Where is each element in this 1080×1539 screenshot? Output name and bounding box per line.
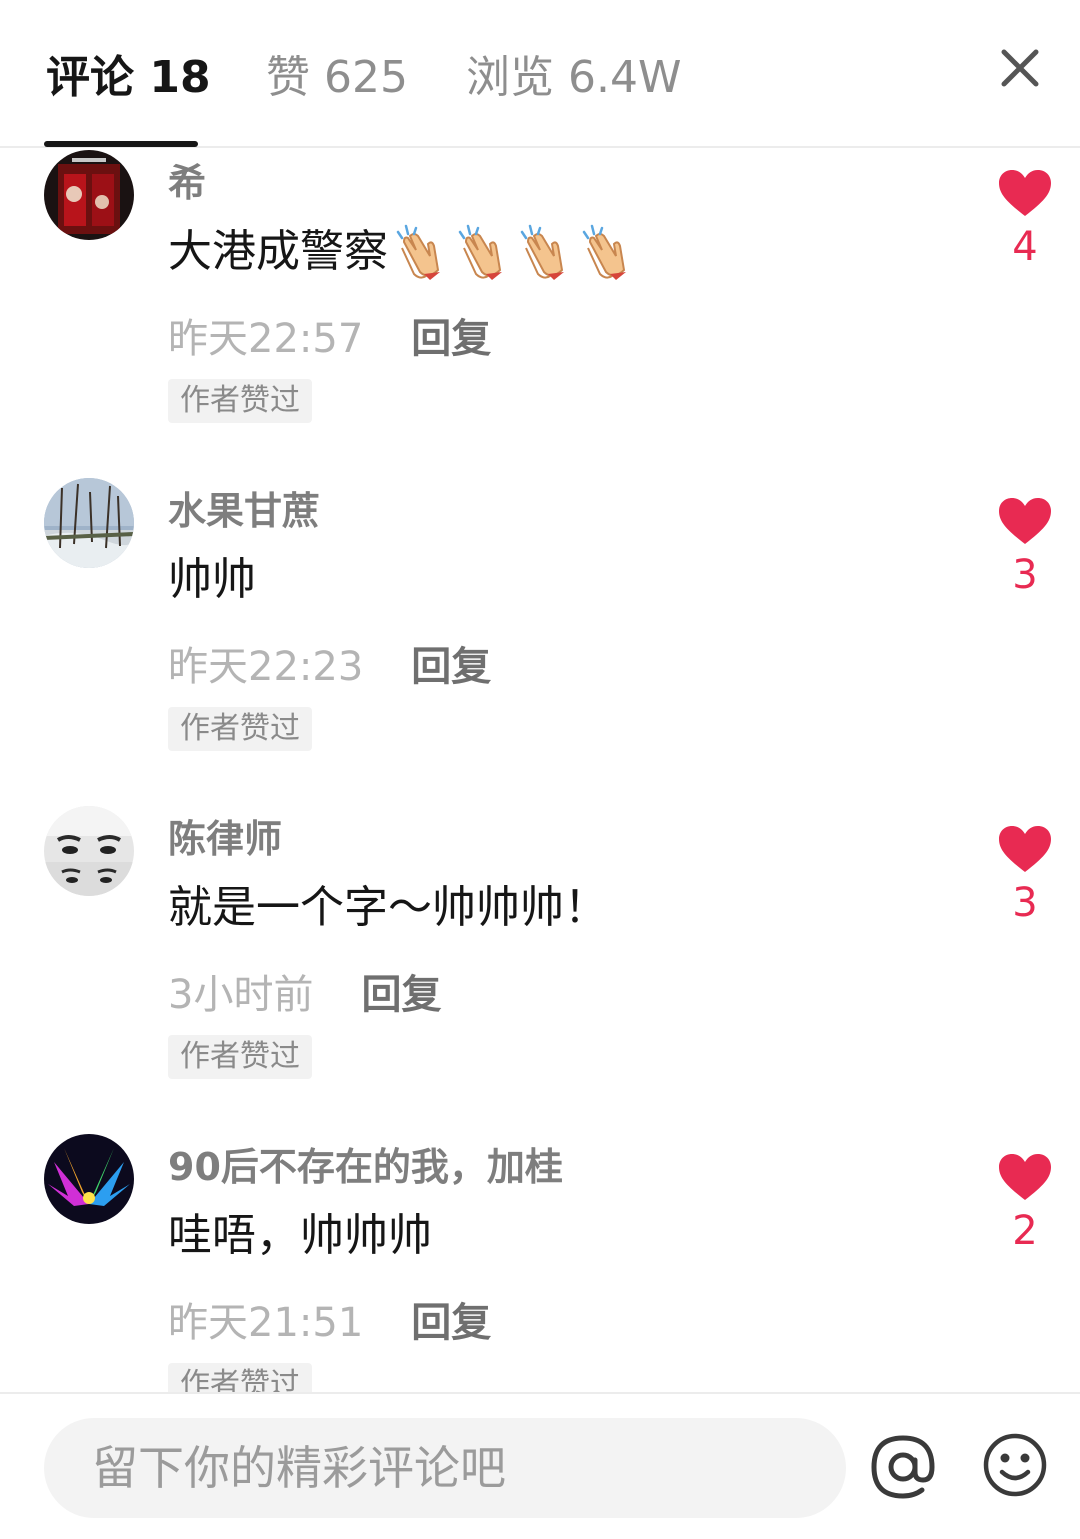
comment-item: 希 大港成警察 昨天22:57 回复 作者赞过 4 <box>0 150 1080 478</box>
active-tab-indicator <box>44 141 198 147</box>
comment-input-bar <box>0 1392 1080 1539</box>
comment-item: 陈律师 就是一个字～帅帅帅！ 3小时前 回复 作者赞过 3 <box>0 806 1080 1134</box>
tab-views[interactable]: 浏览 6.4W <box>466 48 681 108</box>
author-liked-badge: 作者赞过 <box>168 1363 312 1392</box>
heart-icon[interactable] <box>997 1152 1053 1202</box>
reply-button[interactable]: 回复 <box>411 634 491 692</box>
tab-comments-label: 评论 <box>46 52 134 103</box>
tab-views-label: 浏览 <box>466 52 554 103</box>
comment-username[interactable]: 90后不存在的我，加桂 <box>168 1142 563 1192</box>
comment-text: 就是一个字～帅帅帅！ <box>168 882 608 933</box>
clapping-hands-icon <box>396 224 440 280</box>
like-count: 3 <box>1012 552 1038 598</box>
comment-meta: 昨天22:57 回复 <box>168 310 491 362</box>
avatar[interactable] <box>44 806 134 896</box>
reply-button[interactable]: 回复 <box>411 1290 491 1348</box>
heart-icon[interactable] <box>997 168 1053 218</box>
comment-sheet: 评论 18 赞 625 浏览 6.4W 希 大港成警察 昨天22:57 回复 作… <box>0 0 1080 1539</box>
mention-button[interactable] <box>868 1432 938 1502</box>
like-count: 3 <box>1012 880 1038 926</box>
at-icon <box>871 1435 935 1499</box>
clapping-hands-icon <box>458 224 502 280</box>
comment-time: 昨天21:51 <box>168 1300 364 1346</box>
comment-time: 3小时前 <box>168 972 314 1018</box>
tab-comments-count: 18 <box>149 52 211 103</box>
comment-header: 评论 18 赞 625 浏览 6.4W <box>0 0 1080 148</box>
like-control: 3 <box>996 824 1054 928</box>
comment-list[interactable]: 希 大港成警察 昨天22:57 回复 作者赞过 4 水果甘蔗 帅帅 昨天22:2… <box>0 150 1080 1392</box>
close-icon <box>1001 49 1039 87</box>
comment-meta: 3小时前 回复 <box>168 966 441 1018</box>
tab-likes-label: 赞 <box>266 52 310 103</box>
smiley-icon <box>983 1433 1047 1497</box>
reply-button[interactable]: 回复 <box>411 306 491 364</box>
tab-comments[interactable]: 评论 18 <box>46 48 211 108</box>
emoji-button[interactable] <box>982 1432 1048 1498</box>
author-liked-badge: 作者赞过 <box>168 1035 312 1079</box>
comment-username[interactable]: 希 <box>168 158 206 208</box>
comment-item: 90后不存在的我，加桂 哇唔，帅帅帅 昨天21:51 回复 作者赞过 2 <box>0 1134 1080 1392</box>
heart-icon[interactable] <box>997 496 1053 546</box>
author-liked-badge: 作者赞过 <box>168 707 312 751</box>
tab-likes-count: 625 <box>324 52 408 103</box>
comment-text-body: 大港成警察 <box>168 226 388 277</box>
comment-text: 大港成警察 <box>168 222 638 282</box>
comment-meta: 昨天21:51 回复 <box>168 1294 491 1346</box>
comment-input[interactable] <box>44 1418 846 1518</box>
comment-time: 昨天22:57 <box>168 316 364 362</box>
tab-likes[interactable]: 赞 625 <box>266 48 408 108</box>
like-count: 2 <box>1012 1208 1038 1254</box>
comment-username[interactable]: 陈律师 <box>168 814 282 864</box>
comment-text: 帅帅 <box>168 554 256 605</box>
comment-meta: 昨天22:23 回复 <box>168 638 491 690</box>
close-button[interactable] <box>992 40 1048 96</box>
reply-button[interactable]: 回复 <box>361 962 441 1020</box>
comment-item: 水果甘蔗 帅帅 昨天22:23 回复 作者赞过 3 <box>0 478 1080 806</box>
clapping-hands-icon <box>520 224 564 280</box>
comment-text: 哇唔，帅帅帅 <box>168 1210 432 1261</box>
heart-icon[interactable] <box>997 824 1053 874</box>
comment-time: 昨天22:23 <box>168 644 364 690</box>
like-count: 4 <box>1012 224 1038 270</box>
avatar[interactable] <box>44 150 134 240</box>
tab-views-count: 6.4W <box>568 52 682 103</box>
like-control: 4 <box>996 168 1054 272</box>
avatar[interactable] <box>44 478 134 568</box>
avatar[interactable] <box>44 1134 134 1224</box>
clapping-hands-icon <box>582 224 626 280</box>
like-control: 3 <box>996 496 1054 600</box>
like-control: 2 <box>996 1152 1054 1256</box>
clap-emoji-row <box>390 222 638 282</box>
comment-username[interactable]: 水果甘蔗 <box>168 486 320 536</box>
author-liked-badge: 作者赞过 <box>168 379 312 423</box>
